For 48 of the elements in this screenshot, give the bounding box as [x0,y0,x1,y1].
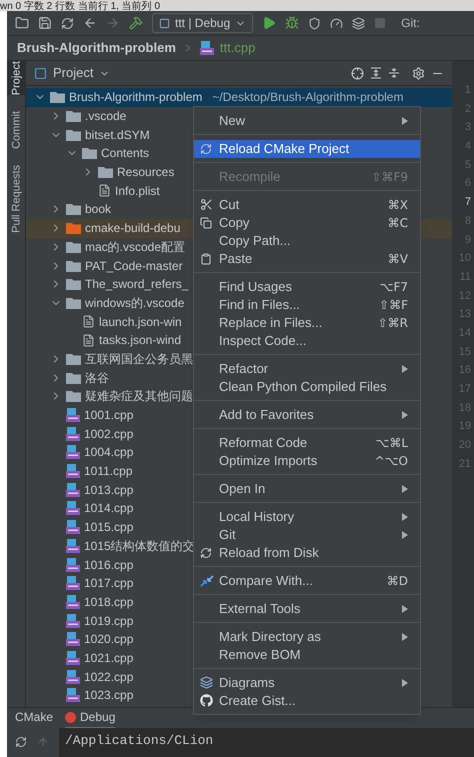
tree-label: The_sword_refers_ [85,276,188,294]
tree-label: windows的.vscode [85,294,184,312]
tree-label: 洛谷 [85,370,109,387]
tree-label: tasks.json-wind [99,332,182,350]
shortcut-text: ⇧⌘F [379,296,408,314]
tree-label: 1014.cpp [84,500,134,518]
shortcut-text: ⇧⌘F9 [371,168,408,186]
tree-label: 1013.cpp [84,482,134,499]
shortcut-text: ⌘D [386,572,408,590]
tree-label: 1019.cpp [84,612,134,630]
tree-label: 1022.cpp [84,668,134,686]
tree-label: 疑难杂症及其他问题 [85,388,193,406]
tree-label: book [85,201,112,218]
tree-label: 1011.cpp [84,463,132,480]
tree-label: 1015.cpp [84,519,134,536]
shortcut-text: ⌘V [388,250,408,268]
git-label: Git: [401,15,420,32]
tree-label: PAT_Code-master [85,258,183,275]
tree-label: .vscode [85,108,126,126]
shortcut-text: ⇧⌘R [378,314,408,332]
shortcut-text: ^⌥O [374,452,408,470]
tree-label: mac的.vscode配置 [85,238,186,256]
tree-label: 1002.cpp [84,426,134,443]
shortcut-text: ⌘X [388,196,408,214]
tree-label: 1016.cpp [84,556,134,574]
tree-label: 1004.cpp [84,444,134,462]
shortcut-text: ⌘C [388,214,408,232]
tree-label: Brush-Algorithm-problem [69,89,202,106]
tree-label: 1023.cpp [84,687,134,704]
tree-label: Resources [117,164,174,182]
shortcut-text: ⌥⌘L [375,434,408,452]
tree-label: bitset.dSYM [85,126,150,144]
tree-label: 1015结构体数值的交 [84,538,195,555]
tree-label: launch.json-win [99,314,182,331]
tree-label: Contents [101,145,150,162]
status-text: wn 0 字数 2 行数 当前行 1, 当前列 0 [0,2,160,11]
tree-label: cmake-build-debu [85,220,180,238]
tree-label: 互联网国企公务员黑 [85,350,193,368]
tree-label: 1017.cpp [84,575,134,592]
tree-label: 1020.cpp [84,631,134,648]
tree-label: 1018.cpp [84,594,134,611]
tree-label: 1021.cpp [84,650,134,667]
tree-path: ~/Desktop/Brush-Algorithm-problem [212,89,404,106]
line-number: 7 [464,195,471,210]
shortcut-text: ⌥F7 [380,278,408,296]
tree-label: 1001.cpp [84,407,134,424]
tree-label: Info.plist [115,182,160,200]
console-line: /Applications/CLion [64,732,214,750]
